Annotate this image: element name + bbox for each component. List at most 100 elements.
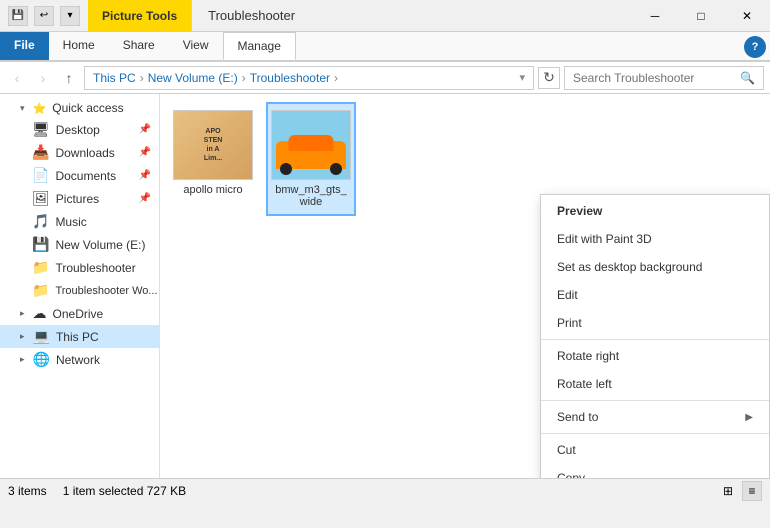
sidebar-item-this-pc[interactable]: ▸ 💻 This PC (0, 325, 159, 348)
tab-home[interactable]: Home (49, 32, 109, 60)
path-sep-3: › (334, 71, 338, 85)
path-volume[interactable]: New Volume (E:) (148, 71, 238, 85)
file-name-apollo: apollo micro (183, 184, 242, 196)
tab-view[interactable]: View (169, 32, 223, 60)
cm-edit[interactable]: Edit (541, 281, 769, 309)
cm-divider-2 (541, 400, 769, 401)
cm-divider-3 (541, 433, 769, 434)
sidebar-item-onedrive[interactable]: ▸ ☁ OneDrive (0, 302, 159, 325)
sidebar-label-network: Network (56, 353, 100, 367)
refresh-button[interactable]: ↻ (538, 67, 560, 89)
sidebar-item-troubleshooter[interactable]: 📁 Troubleshooter (0, 256, 159, 279)
tab-file[interactable]: File (0, 32, 49, 60)
cm-cut[interactable]: Cut (541, 436, 769, 464)
expand-onedrive-icon: ▸ (20, 308, 25, 319)
cm-rotate-right[interactable]: Rotate right (541, 342, 769, 370)
pin-desktop-icon: 📌 (139, 124, 151, 135)
up-button[interactable]: ↑ (58, 67, 80, 89)
sidebar-label-music: Music (55, 215, 86, 229)
title-bar-left: 💾 ↩ ▾ (0, 6, 88, 26)
sidebar-label-new-volume: New Volume (E:) (55, 238, 145, 252)
onedrive-icon: ☁ (33, 305, 47, 322)
help-button[interactable]: ? (744, 36, 766, 58)
sidebar-item-new-volume[interactable]: 💾 New Volume (E:) (0, 233, 159, 256)
window-title: Troubleshooter (192, 0, 311, 32)
ribbon-tabs: File Home Share View Manage ? (0, 32, 770, 61)
sidebar-label-quick-access: Quick access (52, 101, 123, 115)
path-sep-1: › (140, 71, 144, 85)
tab-manage[interactable]: Manage (223, 32, 296, 60)
sidebar-item-network[interactable]: ▸ 🌐 Network (0, 348, 159, 371)
title-bar-controls: ─ □ ✕ (632, 0, 770, 32)
quick-access-icon: ⭐ (33, 102, 47, 115)
pictures-icon: 🖼 (32, 190, 50, 207)
pin-downloads-icon: 📌 (139, 147, 151, 158)
car-wheel-left (280, 163, 292, 175)
search-input[interactable] (573, 71, 736, 85)
quick-access-save[interactable]: 💾 (8, 6, 28, 26)
quick-access-undo[interactable]: ↩ (34, 6, 54, 26)
view-list-button[interactable]: ≡ (742, 481, 762, 501)
status-items-count: 3 items (8, 484, 47, 498)
cm-set-desktop-bg[interactable]: Set as desktop background (541, 253, 769, 281)
file-item-apollo[interactable]: APOSTENin ALim... apollo micro (168, 102, 258, 216)
cm-copy[interactable]: Copy (541, 464, 769, 478)
main-layout: ▾ ⭐ Quick access 🖥 Desktop 📌 📥 Downloads… (0, 94, 770, 478)
expand-network-icon: ▸ (20, 354, 25, 365)
network-icon: 🌐 (33, 351, 50, 368)
path-this-pc[interactable]: This PC (93, 71, 136, 85)
cm-edit-paint3d[interactable]: Edit with Paint 3D (541, 225, 769, 253)
sidebar-label-this-pc: This PC (56, 330, 99, 344)
sidebar-label-onedrive: OneDrive (53, 307, 104, 321)
downloads-icon: 📥 (32, 144, 49, 161)
cm-preview[interactable]: Preview (541, 197, 769, 225)
this-pc-icon: 💻 (33, 328, 50, 345)
ribbon: File Home Share View Manage ? (0, 32, 770, 62)
cm-print[interactable]: Print (541, 309, 769, 337)
minimize-button[interactable]: ─ (632, 0, 678, 32)
status-bar: 3 items 1 item selected 727 KB ⊞ ≡ (0, 478, 770, 502)
tab-share[interactable]: Share (109, 32, 169, 60)
sidebar-label-downloads: Downloads (55, 146, 114, 160)
documents-icon: 📄 (32, 167, 49, 184)
path-dropdown-arrow[interactable]: ▾ (519, 71, 525, 84)
pin-documents-icon: 📌 (139, 170, 151, 181)
file-thumb-apollo: APOSTENin ALim... (173, 110, 253, 180)
sidebar: ▾ ⭐ Quick access 🖥 Desktop 📌 📥 Downloads… (0, 94, 160, 478)
sidebar-label-troubleshooter-wo: Troubleshooter Wo... (55, 285, 157, 297)
file-name-bmw: bmw_m3_gts_wide (275, 184, 347, 208)
troubleshooter-folder-icon: 📁 (32, 259, 49, 276)
sidebar-item-troubleshooter-wo[interactable]: 📁 Troubleshooter Wo... (0, 279, 159, 302)
address-bar: ‹ › ↑ This PC › New Volume (E:) › Troubl… (0, 62, 770, 94)
close-button[interactable]: ✕ (724, 0, 770, 32)
maximize-button[interactable]: □ (678, 0, 724, 32)
status-selected-info: 1 item selected 727 KB (63, 484, 186, 498)
path-sep-2: › (242, 71, 246, 85)
sidebar-item-downloads[interactable]: 📥 Downloads 📌 (0, 141, 159, 164)
car-wheel-right (330, 163, 342, 175)
sidebar-label-pictures: Pictures (56, 192, 99, 206)
forward-button[interactable]: › (32, 67, 54, 89)
cm-rotate-left[interactable]: Rotate left (541, 370, 769, 398)
quick-access-dropdown[interactable]: ▾ (60, 6, 80, 26)
title-bar: 💾 ↩ ▾ Picture Tools Troubleshooter ─ □ ✕ (0, 0, 770, 32)
cm-send-to[interactable]: Send to ▶ (541, 403, 769, 431)
book-text: APOSTENin ALim... (200, 123, 227, 167)
sidebar-label-desktop: Desktop (56, 123, 100, 137)
sidebar-item-desktop[interactable]: 🖥 Desktop 📌 (0, 118, 159, 141)
content-area: APOSTENin ALim... apollo micro bmw_m3_gt… (160, 94, 770, 478)
status-view-controls: ⊞ ≡ (718, 481, 762, 501)
back-button[interactable]: ‹ (6, 67, 28, 89)
file-item-bmw[interactable]: bmw_m3_gts_wide (266, 102, 356, 216)
path-troubleshooter[interactable]: Troubleshooter (250, 71, 330, 85)
sidebar-item-music[interactable]: 🎵 Music (0, 210, 159, 233)
sidebar-item-pictures[interactable]: 🖼 Pictures 📌 (0, 187, 159, 210)
sidebar-item-quick-access[interactable]: ▾ ⭐ Quick access (0, 98, 159, 118)
tab-picture-tools[interactable]: Picture Tools (88, 0, 192, 32)
sidebar-label-troubleshooter: Troubleshooter (55, 261, 135, 275)
address-path[interactable]: This PC › New Volume (E:) › Troubleshoot… (84, 66, 534, 90)
search-box[interactable]: 🔍 (564, 66, 764, 90)
view-grid-button[interactable]: ⊞ (718, 481, 738, 501)
music-icon: 🎵 (32, 213, 49, 230)
sidebar-item-documents[interactable]: 📄 Documents 📌 (0, 164, 159, 187)
